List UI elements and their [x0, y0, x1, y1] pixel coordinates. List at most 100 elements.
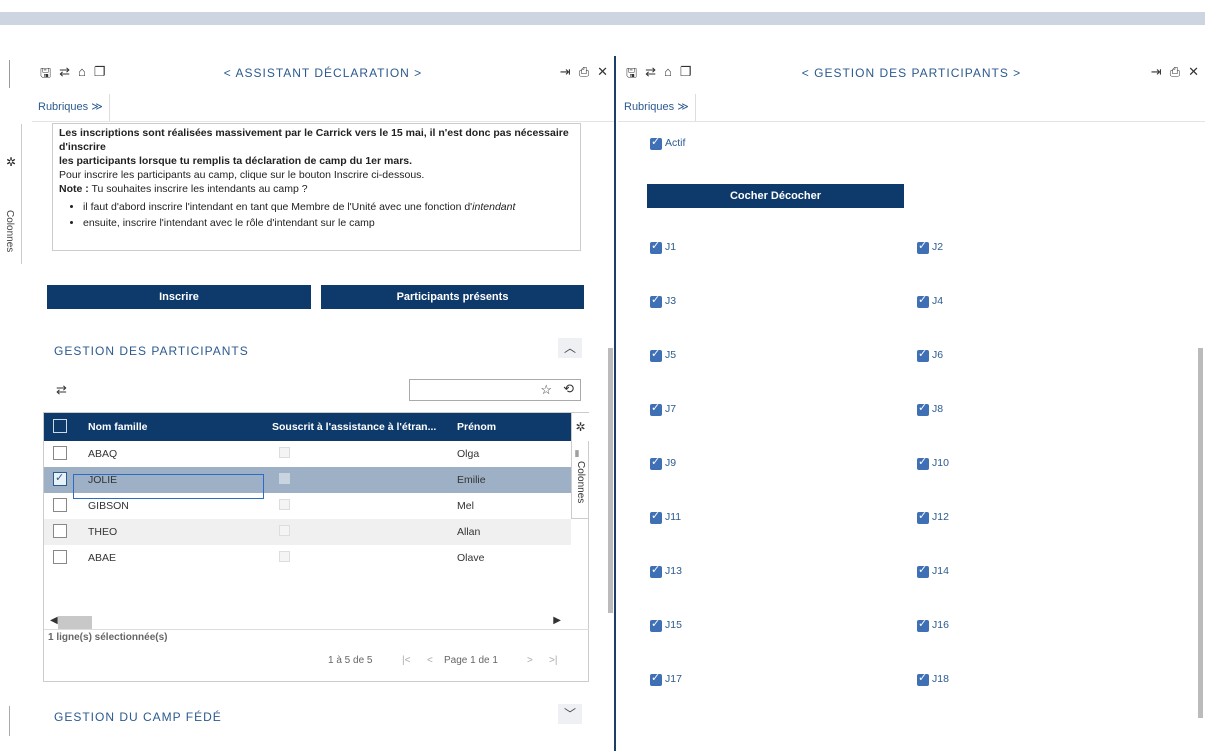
day-label: J18 [932, 673, 949, 685]
day-checkbox[interactable] [650, 347, 662, 362]
day-checkbox[interactable] [917, 347, 929, 362]
scrollbar-thumb[interactable] [58, 616, 92, 629]
note-text: Tu souhaites inscrire les intendants au … [88, 183, 308, 195]
star-icon[interactable]: ☆ [540, 382, 552, 398]
table-row[interactable]: JOLIE Emilie [44, 467, 571, 499]
columns-icon: ⦀ [575, 449, 579, 459]
column-header[interactable]: Nom famille [88, 421, 148, 433]
last-page-icon[interactable]: >| [549, 655, 557, 666]
grid-search-input[interactable]: ☆ ⟲ [409, 379, 581, 401]
divider [21, 124, 22, 264]
column-header[interactable]: Souscrit à l'assistance à l'étran... [272, 421, 436, 433]
first-page-icon[interactable]: |< [402, 655, 410, 666]
scroll-right-icon[interactable]: ▶ [553, 615, 561, 626]
cell-prenom: Olga [457, 448, 480, 460]
row-checkbox[interactable] [53, 524, 67, 538]
search-refresh-icon[interactable]: ⟲ [563, 381, 574, 397]
notice-line: Les inscriptions sont réalisées massivem… [59, 127, 569, 153]
refresh-icon[interactable]: ⇄ [56, 382, 67, 398]
table-row[interactable]: THEO Allan [44, 519, 571, 545]
collapse-chevron-up-icon[interactable]: ︿ [558, 338, 582, 358]
cell-nom: ABAE [88, 552, 117, 564]
gestion-participants-panel: 🖫 ⇄ ⌂ ❐ < GESTION DES PARTICIPANTS > ⇥ ⎙… [618, 56, 1205, 751]
gear-icon[interactable]: ✲ [6, 155, 16, 169]
print-icon[interactable]: ⎙ [1170, 64, 1180, 80]
cell-prenom: Allan [457, 526, 481, 538]
day-label: J12 [932, 511, 949, 523]
note-label: Note : [59, 183, 89, 195]
column-header[interactable]: Prénom [457, 421, 496, 433]
day-checkbox[interactable] [650, 455, 662, 470]
row-checkbox[interactable] [53, 498, 67, 512]
day-label: J5 [665, 349, 677, 361]
rubriques-menu[interactable]: Rubriques ≫ [32, 94, 110, 122]
columns-label: Colonnes [575, 461, 586, 504]
day-label: J1 [665, 241, 677, 253]
panel-title[interactable]: < GESTION DES PARTICIPANTS > [618, 66, 1205, 80]
actif-label: Actif [665, 137, 686, 149]
day-label: J3 [665, 295, 677, 307]
actif-checkbox[interactable] [650, 135, 662, 150]
day-label: J9 [665, 457, 677, 469]
row-checkbox[interactable] [53, 550, 67, 564]
export-icon[interactable]: ⇥ [560, 64, 571, 80]
notice-line: Pour inscrire les participants au camp, … [59, 169, 425, 181]
table-row[interactable]: GIBSON Mel [44, 493, 571, 519]
grid-footer: 1 ligne(s) sélectionnée(s) 1 à 5 de 5 |<… [44, 629, 589, 683]
day-checkbox[interactable] [917, 563, 929, 578]
day-checkbox[interactable] [917, 455, 929, 470]
cell-nom: THEO [88, 526, 118, 538]
day-checkbox[interactable] [917, 509, 929, 524]
prev-page-icon[interactable]: < [427, 655, 433, 666]
notice-line: les participants lorsque tu remplis ta d… [59, 155, 413, 167]
day-checkbox[interactable] [650, 509, 662, 524]
cocher-decocher-button[interactable]: Cocher Décocher [647, 184, 904, 208]
page-indicator: Page 1 de 1 [444, 655, 498, 666]
day-checkbox[interactable] [917, 671, 929, 686]
close-icon[interactable]: ✕ [1188, 64, 1199, 80]
columns-toggle[interactable]: Colonnes [4, 210, 15, 252]
select-all-checkbox[interactable] [53, 419, 67, 433]
participants-presents-button[interactable]: Participants présents [321, 285, 584, 309]
scroll-left-icon[interactable]: ◀ [50, 615, 58, 626]
row-checkbox[interactable] [53, 471, 67, 486]
day-checkbox[interactable] [650, 671, 662, 686]
table-row[interactable]: ABAE Olave [44, 545, 571, 571]
day-checkbox[interactable] [650, 401, 662, 416]
export-icon[interactable]: ⇥ [1151, 64, 1162, 80]
day-label: J2 [932, 241, 944, 253]
horizontal-scrollbar[interactable]: ◀ ▶ [44, 615, 571, 629]
day-label: J8 [932, 403, 944, 415]
day-checkbox[interactable] [917, 239, 929, 254]
divider [9, 706, 10, 736]
day-checkbox[interactable] [917, 617, 929, 632]
vertical-scrollbar[interactable] [608, 348, 613, 613]
expand-chevron-down-icon[interactable]: ﹀ [558, 704, 582, 724]
day-label: J17 [665, 673, 682, 685]
row-range: 1 à 5 de 5 [328, 655, 373, 666]
day-checkbox[interactable] [917, 401, 929, 416]
gear-icon[interactable]: ✲ [571, 413, 589, 441]
inscrire-button[interactable]: Inscrire [47, 285, 311, 309]
day-label: J7 [665, 403, 677, 415]
section-title: GESTION DU CAMP FÉDÉ [54, 710, 222, 724]
day-checkbox[interactable] [917, 293, 929, 308]
close-icon[interactable]: ✕ [597, 64, 608, 80]
day-checkbox[interactable] [650, 293, 662, 308]
panel-window-controls: ⇥ ⎙ ✕ [560, 64, 608, 80]
row-checkbox[interactable] [53, 446, 67, 460]
table-row[interactable]: ABAQ Olga [44, 441, 571, 467]
vertical-scrollbar[interactable] [1198, 348, 1203, 718]
day-label: J14 [932, 565, 949, 577]
cell-nom: JOLIE [88, 474, 118, 486]
print-icon[interactable]: ⎙ [579, 64, 589, 80]
day-checkbox[interactable] [650, 563, 662, 578]
panel-title[interactable]: < ASSISTANT DÉCLARATION > [32, 66, 614, 80]
rubriques-menu[interactable]: Rubriques ≫ [618, 94, 696, 122]
day-checkbox[interactable] [650, 617, 662, 632]
day-checkbox[interactable] [650, 239, 662, 254]
columns-toggle[interactable]: ⦀ Colonnes [571, 441, 589, 519]
selected-count: 1 ligne(s) sélectionnée(s) [48, 632, 168, 643]
cell-prenom: Olave [457, 552, 485, 564]
next-page-icon[interactable]: > [527, 655, 533, 666]
